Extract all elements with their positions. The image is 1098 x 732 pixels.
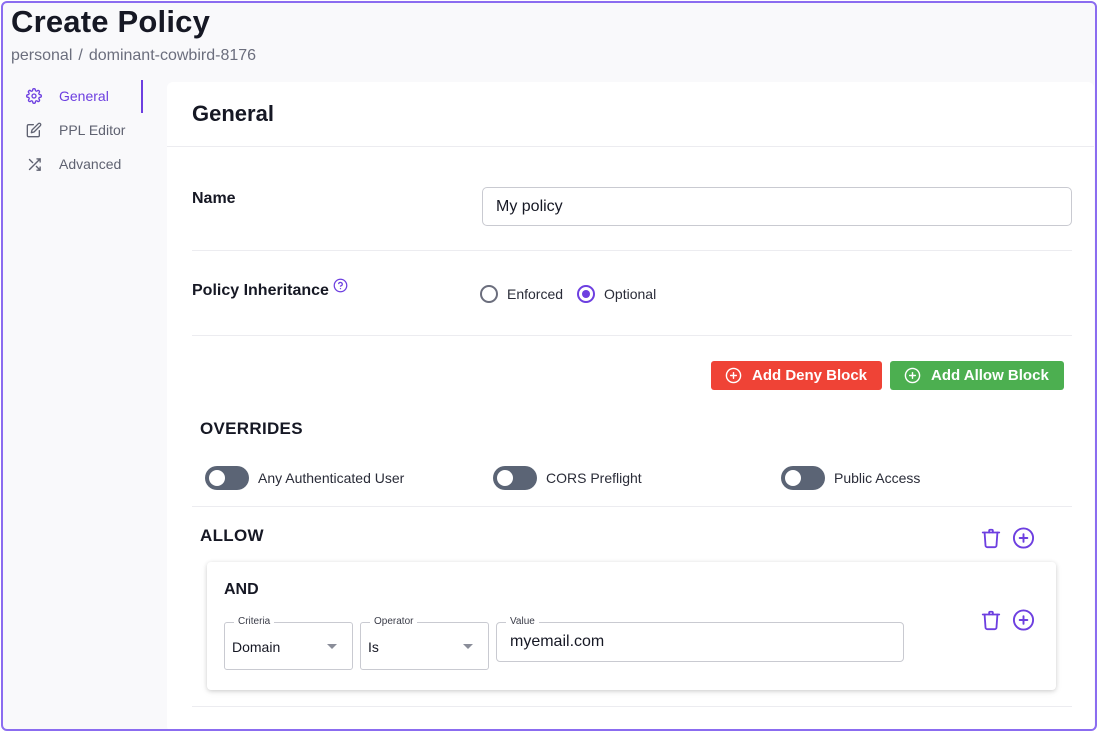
- delete-and-block-button[interactable]: [980, 608, 1002, 632]
- field-label: Criteria: [234, 616, 275, 627]
- plus-circle-icon: [1012, 527, 1035, 549]
- chevron-down-icon: [327, 644, 337, 649]
- sidebar-item-label: Advanced: [59, 156, 122, 172]
- edit-icon: [25, 121, 43, 139]
- page-title: Create Policy: [11, 4, 211, 39]
- field-value: Domain: [232, 639, 281, 655]
- field-value: myemail.com: [510, 633, 605, 650]
- breadcrumb-separator: /: [78, 47, 83, 64]
- chevron-down-icon: [463, 644, 473, 649]
- app-frame: Create Policy personal / dominant-cowbird-…: [1, 1, 1097, 731]
- inheritance-radio-group: Enforced Optional: [480, 285, 670, 303]
- radio-enforced[interactable]: Enforced: [480, 285, 563, 303]
- sidebar-item-label: PPL Editor: [59, 122, 126, 138]
- operator-select[interactable]: Operator Is: [360, 616, 489, 670]
- trash-icon: [981, 528, 1001, 549]
- toggle-switch[interactable]: [205, 466, 249, 490]
- sidebar-item-general[interactable]: General: [3, 79, 143, 113]
- sidebar-item-advanced[interactable]: Advanced: [3, 147, 143, 181]
- toggle-label: Public Access: [834, 470, 921, 486]
- breadcrumb-item-route[interactable]: dominant-cowbird-8176: [89, 47, 256, 64]
- plus-circle-icon: [725, 367, 742, 384]
- value-input[interactable]: Value myemail.com: [496, 616, 904, 662]
- toggle-label: Any Authenticated User: [258, 470, 405, 486]
- field-value: Is: [368, 639, 379, 655]
- gear-icon: [25, 87, 43, 105]
- toggle-public-access: Public Access: [781, 466, 920, 490]
- toggle-switch[interactable]: [493, 466, 537, 490]
- policy-form-card: General Name Policy Inheritance Enforced…: [167, 82, 1094, 729]
- allow-title: ALLOW: [200, 526, 264, 545]
- breadcrumb-item-org[interactable]: personal: [11, 47, 72, 64]
- trash-icon: [981, 610, 1001, 631]
- section-divider: [192, 706, 1072, 707]
- sidebar-item-ppl-editor[interactable]: PPL Editor: [3, 113, 143, 147]
- and-block: AND Criteria Domain Operator Is Value my…: [207, 562, 1056, 690]
- plus-circle-icon: [1012, 609, 1035, 631]
- sidebar-item-label: General: [59, 88, 109, 104]
- add-allow-block-button[interactable]: Add Allow Block: [890, 361, 1064, 390]
- toggle-any-authenticated-user: Any Authenticated User: [205, 466, 404, 490]
- radio-circle: [577, 285, 596, 303]
- policy-name-input[interactable]: [482, 187, 1072, 226]
- and-title: AND: [224, 581, 259, 598]
- policy-inheritance-label: Policy Inheritance: [192, 282, 329, 299]
- field-label: Value: [506, 616, 539, 627]
- card-title: General: [192, 101, 274, 126]
- help-icon[interactable]: [333, 278, 348, 293]
- divider: [192, 250, 1072, 251]
- name-label: Name: [192, 190, 236, 207]
- radio-optional[interactable]: Optional: [577, 285, 656, 303]
- button-label: Add Allow Block: [931, 367, 1049, 384]
- overrides-title: OVERRIDES: [200, 419, 303, 438]
- button-label: Add Deny Block: [752, 367, 868, 384]
- criteria-select[interactable]: Criteria Domain: [224, 616, 353, 670]
- breadcrumb: personal / dominant-cowbird-8176: [11, 47, 256, 65]
- divider: [192, 335, 1072, 336]
- toggle-switch[interactable]: [781, 466, 825, 490]
- radio-circle: [480, 285, 498, 303]
- radio-label: Enforced: [507, 286, 564, 302]
- field-label: Operator: [370, 616, 418, 627]
- radio-label: Optional: [604, 286, 657, 302]
- toggle-cors-preflight: CORS Preflight: [493, 466, 642, 490]
- add-and-condition-button[interactable]: [1012, 608, 1035, 632]
- add-deny-block-button[interactable]: Add Deny Block: [711, 361, 882, 390]
- sidebar-nav: General PPL Editor Advanced: [3, 79, 143, 181]
- toggle-label: CORS Preflight: [546, 470, 642, 486]
- plus-circle-icon: [904, 367, 921, 384]
- add-allow-condition-button[interactable]: [1012, 526, 1035, 550]
- delete-allow-block-button[interactable]: [980, 526, 1002, 550]
- card-header: General: [167, 82, 1094, 147]
- shuffle-icon: [25, 155, 43, 173]
- section-divider: [192, 506, 1072, 507]
